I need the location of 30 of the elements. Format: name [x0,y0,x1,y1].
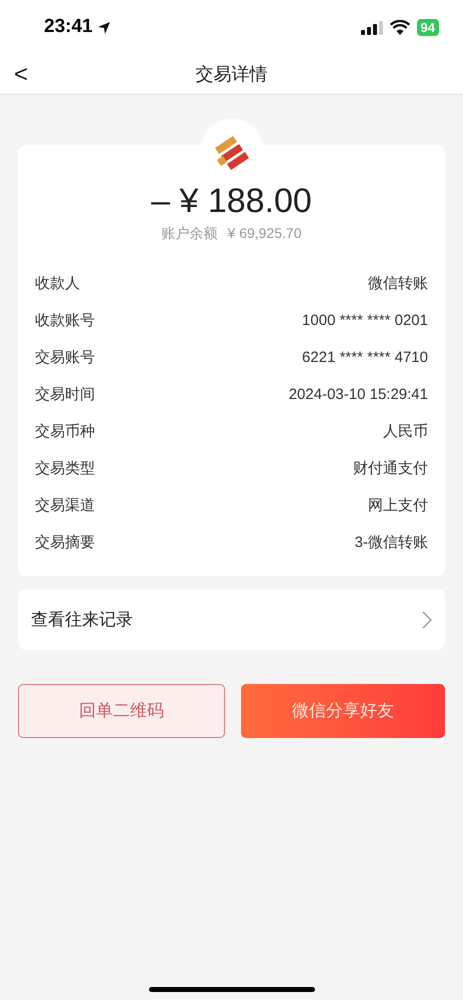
detail-label: 交易币种 [35,422,95,442]
detail-value: 网上支付 [368,496,428,516]
detail-value: 6221 **** **** 4710 [302,348,428,368]
detail-label: 收款人 [35,274,80,294]
detail-value: 人民币 [383,422,428,442]
detail-label: 交易账号 [35,348,95,368]
chevron-right-icon [422,610,432,628]
action-button[interactable]: 回单二维码 [18,684,224,738]
detail-value: 财付通支付 [353,459,428,480]
detail-label: 交易摘要 [35,533,95,554]
history-label: 查看往来记录 [31,608,133,631]
history-link[interactable]: 查看往来记录 [18,589,445,650]
wifi-icon [390,20,410,35]
status-time: 23:41 [44,15,93,40]
transaction-amount: – ¥ 188.00 [150,181,313,221]
detail-label: 收款账号 [35,311,95,332]
signal-icon [360,20,383,34]
battery-indicator: 94 [416,19,439,36]
detail-value: 2024-03-10 15:29:41 [288,385,428,406]
detail-value: 3-微信转账 [354,533,428,554]
detail-label: 交易渠道 [35,496,95,516]
location-arrow-icon [96,20,111,34]
detail-value: 1000 **** **** 0201 [302,311,428,332]
back-button[interactable]: < [14,62,28,86]
detail-label: 交易类型 [35,459,95,480]
detail-value: 微信转账 [368,274,428,294]
detail-label: 交易时间 [35,385,95,406]
balance-value: ¥ 69,925.70 [228,224,302,243]
balance-label: 账户余额 [162,224,218,243]
page-title: 交易详情 [196,63,268,86]
